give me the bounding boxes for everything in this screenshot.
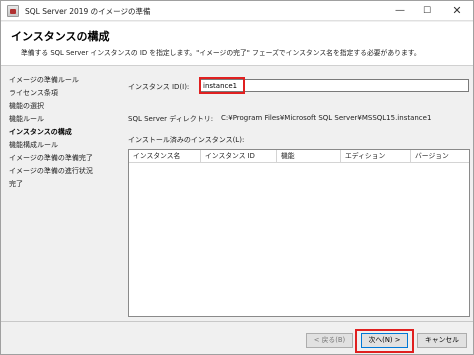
column-version[interactable]: バージョン [411,150,469,163]
step-complete[interactable]: 完了 [9,179,23,189]
page-title: インスタンスの構成 [11,30,110,43]
instance-id-label: インスタンス ID(I): [128,83,190,91]
step-license-terms[interactable]: ライセンス条項 [9,88,58,98]
sql-directory-label: SQL Server ディレクトリ: [128,115,214,123]
installed-instances-label: インストール済みのインスタンス(L): [128,136,245,144]
step-feature-config-rules[interactable]: 機能構成ルール [9,140,58,150]
page-description: 準備する SQL Server インスタンスの ID を指定します。"イメージの… [21,49,421,57]
title-bar[interactable]: SQL Server 2019 のイメージの準備 — ☐ ✕ [1,1,473,21]
column-features[interactable]: 機能 [277,150,341,163]
step-instance-config[interactable]: インスタンスの構成 [9,127,72,137]
column-instance-id[interactable]: インスタンス ID [201,150,277,163]
wizard-steps-sidebar: イメージの準備ルール ライセンス条項 機能の選択 機能ルール インスタンスの構成… [1,67,119,321]
step-prepare-progress[interactable]: イメージの準備の進行状況 [9,166,93,176]
close-button[interactable]: ✕ [442,1,472,21]
page-header: インスタンスの構成 準備する SQL Server インスタンスの ID を指定… [1,22,473,66]
column-instance-name[interactable]: インスタンス名 [129,150,201,163]
window-title: SQL Server 2019 のイメージの準備 [25,7,151,16]
sql-server-app-icon [7,5,19,17]
maximize-button[interactable]: ☐ [412,1,442,21]
step-feature-selection[interactable]: 機能の選択 [9,101,44,111]
step-ready-to-prepare[interactable]: イメージの準備の準備完了 [9,153,93,163]
step-feature-rules[interactable]: 機能ルール [9,114,44,124]
minimize-button[interactable]: — [385,1,415,21]
next-button[interactable]: 次へ(N) > [361,333,408,348]
setup-window: SQL Server 2019 のイメージの準備 — ☐ ✕ インスタンスの構成… [0,0,474,355]
column-edition[interactable]: エディション [341,150,411,163]
installed-instances-table[interactable]: インスタンス名 インスタンス ID 機能 エディション バージョン [128,149,470,317]
main-content: インスタンス ID(I): SQL Server ディレクトリ: C:¥Prog… [119,67,473,321]
table-header: インスタンス名 インスタンス ID 機能 エディション バージョン [129,150,469,163]
instance-id-input[interactable] [199,79,469,92]
cancel-button[interactable]: キャンセル [417,333,467,348]
sql-directory-value: C:¥Program Files¥Microsoft SQL Server¥MS… [221,114,432,122]
step-image-prep-rules[interactable]: イメージの準備ルール [9,75,79,85]
footer-divider [1,321,473,322]
back-button[interactable]: < 戻る(B) [306,333,353,348]
